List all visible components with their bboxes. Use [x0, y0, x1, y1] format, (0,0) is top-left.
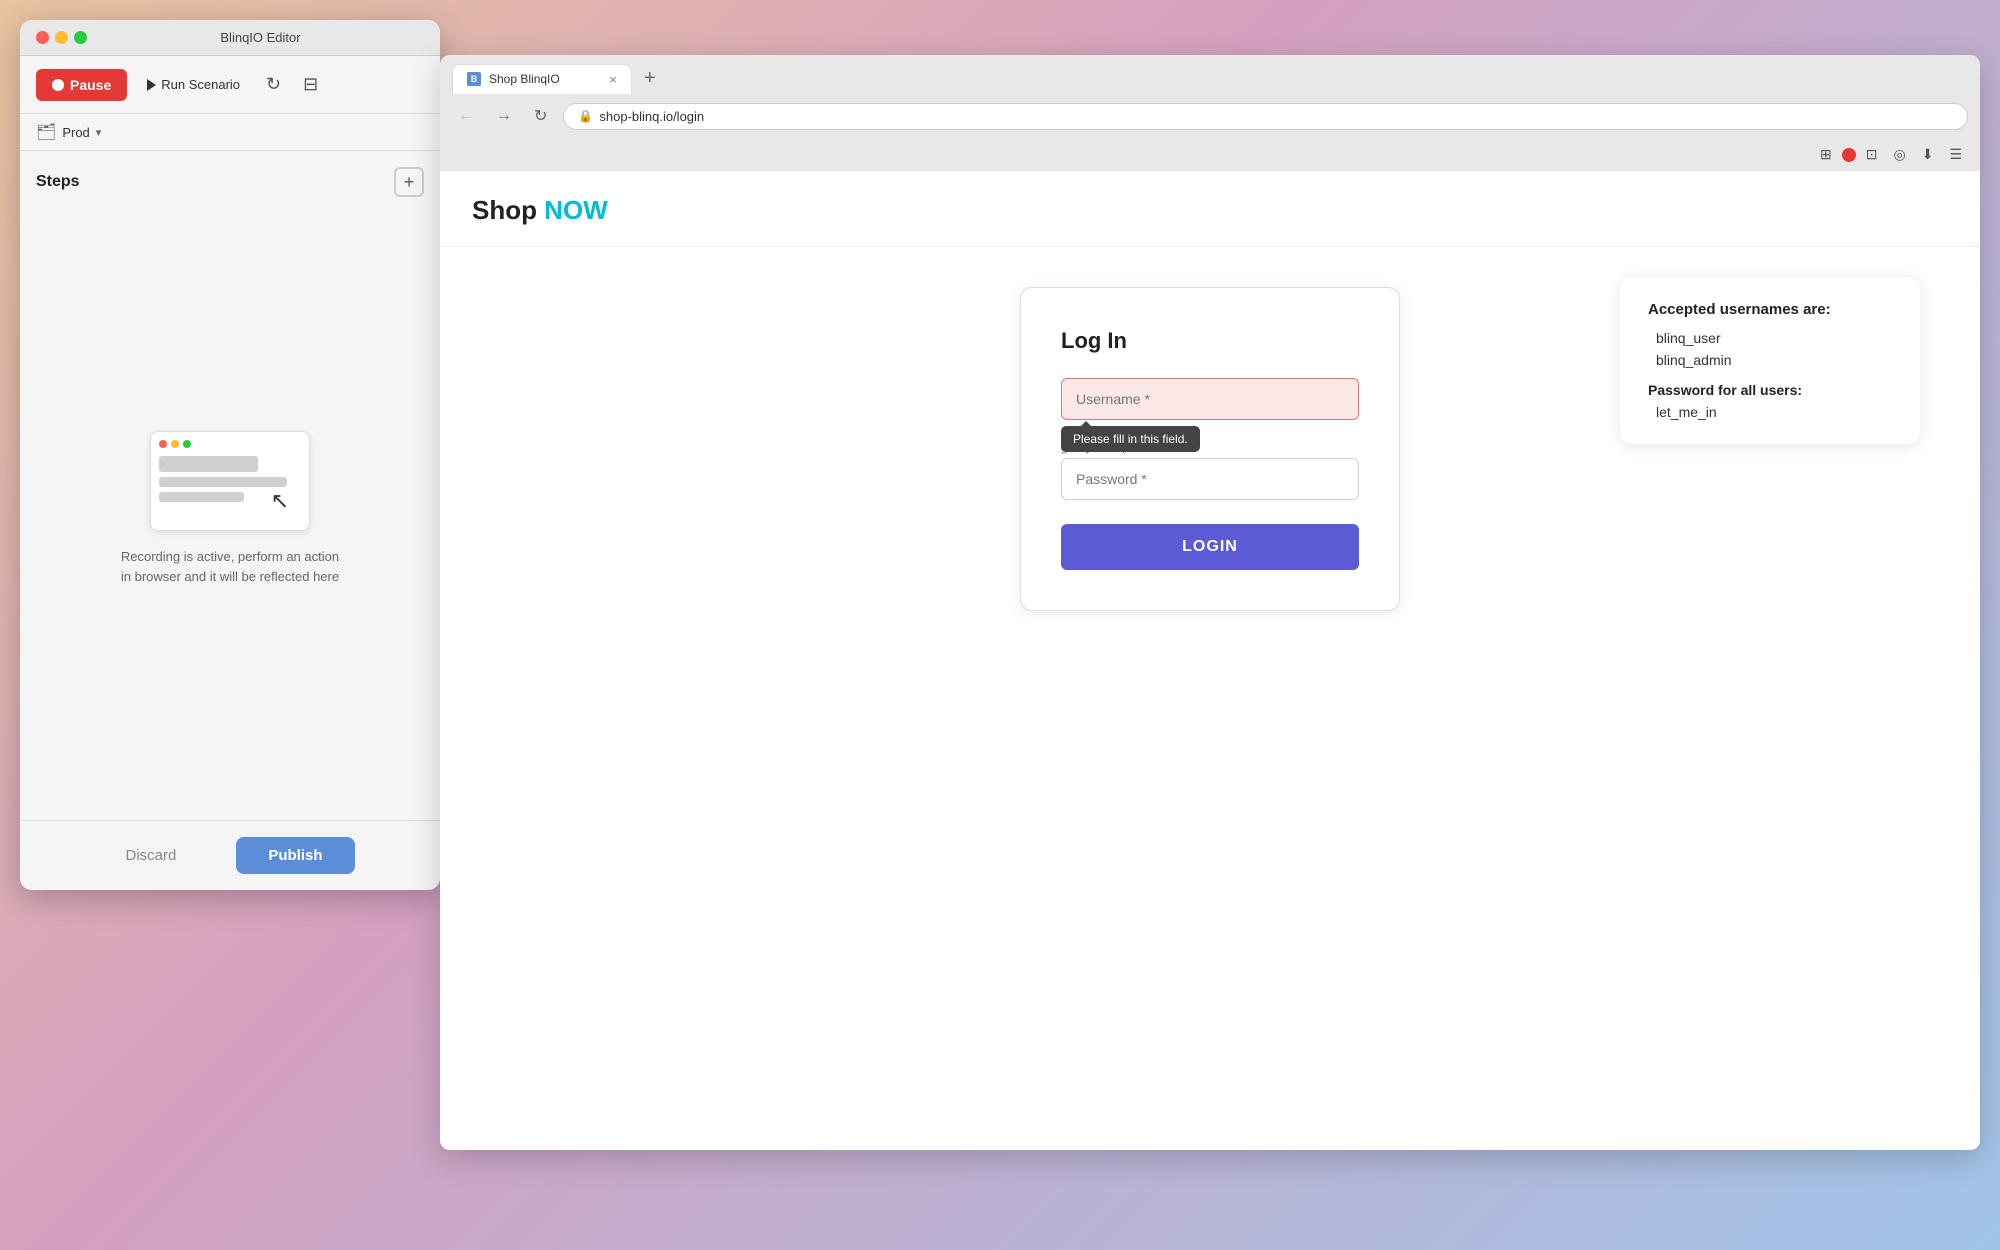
address-input[interactable]: 🔒 shop-blinq.io/login — [563, 103, 1968, 130]
info-card-password-value: let_me_in — [1648, 404, 1892, 420]
browser-tab-active[interactable]: B Shop BlinqIO × — [452, 64, 632, 94]
editor-env: 🗂 Prod ▾ — [20, 114, 440, 151]
pause-icon — [52, 79, 64, 91]
pointer-icon-button[interactable]: ⊡ — [1860, 142, 1884, 167]
browser-page-content: Log In Please fill in this field. getByL… — [440, 247, 1980, 651]
steps-title: Steps — [36, 173, 80, 191]
thumb-dot-red — [159, 440, 167, 448]
lock-icon: 🔒 — [578, 109, 593, 123]
info-card-password-section: Password for all users: let_me_in — [1648, 382, 1892, 420]
browser-toolbar-icons: ⊞ ⊡ ◎ ⬇ ☰ — [440, 138, 1980, 171]
traffic-light-green[interactable] — [74, 31, 87, 44]
tab-favicon: B — [467, 72, 481, 86]
env-label: Prod — [62, 125, 89, 140]
username-field-container: Please fill in this field. — [1061, 378, 1359, 420]
shop-title-now: NOW — [544, 195, 608, 225]
thumb-dot-yellow — [171, 440, 179, 448]
browser-content: Shop NOW Log In Please fill in this fiel… — [440, 171, 1980, 1150]
refresh-button[interactable]: ↻ — [260, 68, 287, 101]
tooltip-popup: Please fill in this field. — [1061, 426, 1200, 452]
grid-icon-button[interactable]: ⊞ — [1814, 142, 1838, 167]
info-card-user-1: blinq_user — [1648, 330, 1892, 346]
reload-button[interactable]: ↻ — [528, 102, 553, 130]
folder-icon: 🗂 — [36, 122, 56, 142]
pause-button[interactable]: Pause — [36, 69, 127, 101]
thumb-dot-green — [183, 440, 191, 448]
login-title: Log In — [1061, 328, 1359, 354]
browser-window: B Shop BlinqIO × + ← → ↻ 🔒 shop-blinq.io… — [440, 55, 1980, 1150]
thumb-bar-mid — [159, 477, 287, 487]
login-button[interactable]: LOGIN — [1061, 524, 1359, 570]
login-card: Log In Please fill in this field. getByL… — [1020, 287, 1400, 611]
shop-title-part1: Shop — [472, 195, 544, 225]
url-text: shop-blinq.io/login — [599, 109, 704, 124]
back-button[interactable]: ← — [452, 103, 480, 129]
shop-header: Shop NOW — [440, 171, 1980, 247]
info-card: Accepted usernames are: blinq_user blinq… — [1620, 277, 1920, 444]
browser-thumbnail: ↖ — [150, 431, 310, 531]
password-field-container — [1061, 458, 1359, 500]
traffic-light-red[interactable] — [36, 31, 49, 44]
browser-tabs: B Shop BlinqIO × + — [440, 55, 1980, 94]
run-scenario-button[interactable]: Run Scenario — [137, 71, 250, 98]
recording-placeholder: ↖ Recording is active, perform an action… — [36, 213, 424, 804]
address-bar: ← → ↻ 🔒 shop-blinq.io/login — [440, 94, 1980, 138]
menu-icon-button[interactable]: ☰ — [1943, 142, 1968, 167]
recording-text: Recording is active, perform an action i… — [121, 547, 339, 586]
layout-button[interactable]: ⊟ — [297, 68, 324, 101]
info-card-user-2: blinq_admin — [1648, 352, 1892, 368]
shop-title: Shop NOW — [472, 195, 608, 225]
steps-header: Steps + — [36, 167, 424, 197]
forward-button[interactable]: → — [490, 103, 518, 129]
editor-titlebar: BlinqIO Editor — [20, 20, 440, 56]
traffic-lights — [36, 31, 87, 44]
username-input[interactable] — [1061, 378, 1359, 420]
publish-button[interactable]: Publish — [236, 837, 354, 874]
tab-title: Shop BlinqIO — [489, 72, 560, 86]
play-icon — [147, 79, 156, 91]
steps-section: Steps + ↖ Recording is active, perform — [20, 151, 440, 820]
add-step-button[interactable]: + — [394, 167, 424, 197]
info-card-password-label: Password for all users: — [1648, 382, 1892, 398]
editor-title: BlinqIO Editor — [97, 30, 424, 45]
new-tab-button[interactable]: + — [636, 63, 664, 94]
chevron-down-icon: ▾ — [96, 126, 102, 139]
download-icon-button[interactable]: ⬇ — [1916, 142, 1940, 167]
eye-icon-button[interactable]: ◎ — [1887, 142, 1911, 167]
pause-label: Pause — [70, 77, 111, 93]
thumb-dots — [159, 440, 301, 448]
run-scenario-label: Run Scenario — [161, 77, 240, 92]
cursor-icon: ↖ — [271, 488, 289, 514]
browser-chrome: B Shop BlinqIO × + ← → ↻ 🔒 shop-blinq.io… — [440, 55, 1980, 171]
editor-panel: BlinqIO Editor Pause Run Scenario ↻ ⊟ 🗂 … — [20, 20, 440, 890]
thumb-bar-short — [159, 492, 244, 502]
discard-button[interactable]: Discard — [105, 837, 196, 874]
traffic-light-yellow[interactable] — [55, 31, 68, 44]
tab-close-button[interactable]: × — [609, 72, 617, 87]
editor-footer: Discard Publish — [20, 820, 440, 890]
password-input[interactable] — [1061, 458, 1359, 500]
record-icon — [1842, 148, 1856, 162]
thumb-bar-wide — [159, 456, 258, 472]
editor-toolbar: Pause Run Scenario ↻ ⊟ — [20, 56, 440, 114]
info-card-title: Accepted usernames are: — [1648, 301, 1892, 318]
